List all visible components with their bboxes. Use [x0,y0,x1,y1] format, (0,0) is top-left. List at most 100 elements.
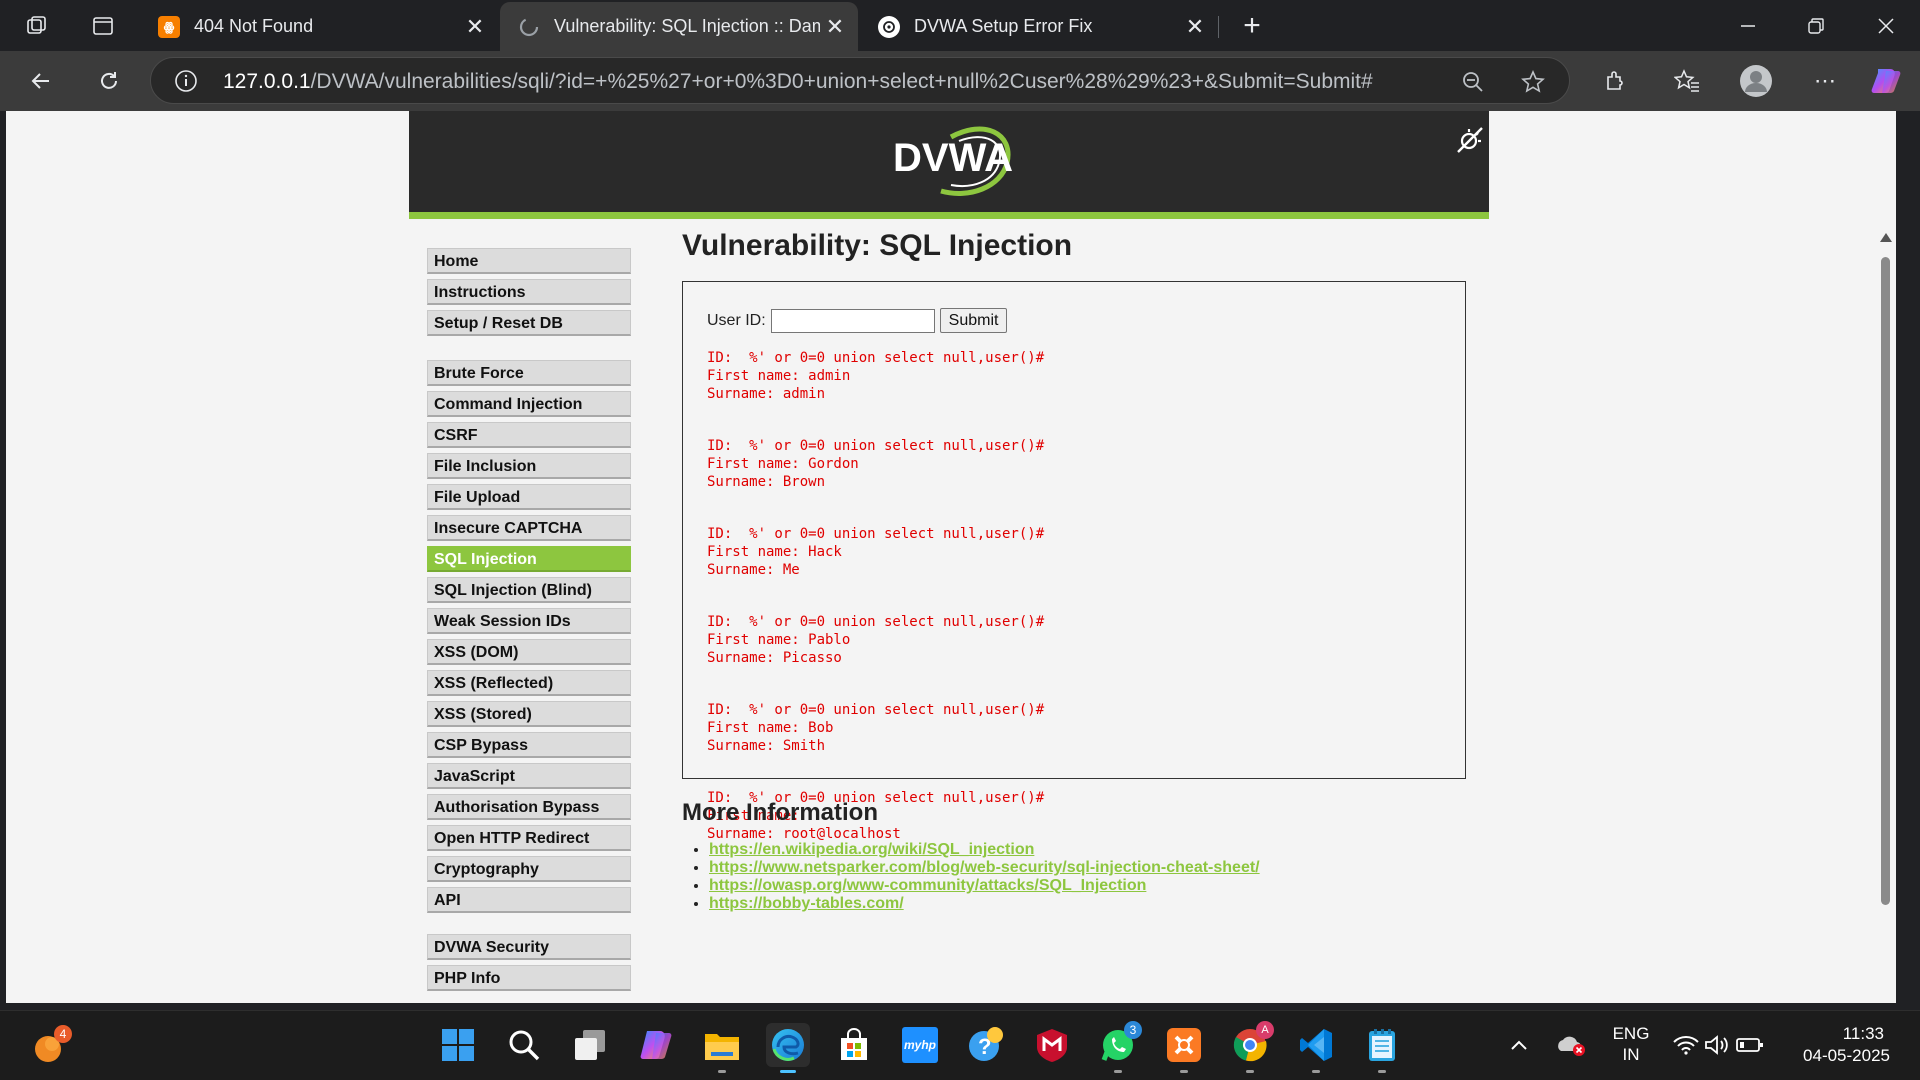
scroll-up-arrow-icon[interactable] [1880,233,1892,242]
menu-item-setup-reset-db[interactable]: Setup / Reset DB [427,310,631,336]
favorites-icon[interactable] [1670,65,1704,97]
active-indicator [780,1070,796,1073]
myhp-icon[interactable]: myhp [898,1023,942,1067]
windows-start-icon[interactable] [436,1023,480,1067]
menu-item-authorisation-bypass[interactable]: Authorisation Bypass [427,794,631,820]
query-results: ID: %' or 0=0 union select null,user()# F… [707,349,1044,877]
whatsapp-badge: 3 [1124,1021,1142,1039]
user-id-input[interactable] [770,308,935,333]
menu-item-sql-injection-blind[interactable]: SQL Injection (Blind) [427,577,631,603]
menu-item-command-injection[interactable]: Command Injection [427,391,631,417]
menu-item-insecure-captcha[interactable]: Insecure CAPTCHA [427,515,631,541]
menu-item-file-upload[interactable]: File Upload [427,484,631,510]
menu-item-csp-bypass[interactable]: CSP Bypass [427,732,631,758]
menu-item-file-inclusion[interactable]: File Inclusion [427,453,631,479]
favorite-star-icon[interactable] [1519,68,1547,96]
task-view-icon[interactable] [568,1023,612,1067]
zoom-out-icon[interactable] [1459,68,1487,96]
wifi-icon [1673,1036,1699,1055]
close-tab-icon[interactable]: ✕ [1180,14,1210,40]
running-indicator [718,1070,726,1073]
back-arrow-icon[interactable] [24,65,58,97]
link-netsparker-cheat-sheet[interactable]: https://www.netsparker.com/blog/web-secu… [709,859,1260,876]
close-window-icon[interactable] [1866,10,1906,42]
notepad-icon[interactable] [1360,1023,1404,1073]
profile-avatar-icon[interactable] [1738,63,1774,99]
search-icon[interactable] [502,1023,546,1067]
menu-item-php-info[interactable]: PHP Info [427,965,631,991]
menu-item-brute-force[interactable]: Brute Force [427,360,631,386]
menu-item-home[interactable]: Home [427,248,631,274]
result-id: ID: %' or 0=0 union select null,user()# [707,350,1045,366]
copilot-icon[interactable] [1868,63,1904,99]
browser-tab-bar: ꙮ 404 Not Found ✕ Vulnerability: SQL Inj… [0,0,1920,51]
tab-sql-injection[interactable]: Vulnerability: SQL Injection :: Dam ✕ [500,2,858,51]
edge-icon[interactable] [766,1023,810,1073]
tab-dvwa-setup-error-fix[interactable]: DVWA Setup Error Fix ✕ [860,2,1218,51]
tab-actions-icon[interactable] [88,12,118,40]
menu-item-instructions[interactable]: Instructions [427,279,631,305]
menu-item-xss-stored[interactable]: XSS (Stored) [427,701,631,727]
mcafee-icon[interactable] [1030,1023,1074,1067]
menu-item-weak-session-ids[interactable]: Weak Session IDs [427,608,631,634]
chevron-up-icon[interactable] [1504,1023,1534,1067]
browser-toolbar: 127.0.0.1/DVWA/vulnerabilities/sqli/?id=… [0,51,1920,111]
openai-icon [878,15,900,38]
submit-button[interactable]: Submit [939,308,1008,333]
menu-item-xss-dom[interactable]: XSS (DOM) [427,639,631,665]
url-text[interactable]: 127.0.0.1/DVWA/vulnerabilities/sqli/?id=… [223,70,1373,94]
link-wikipedia-sql-injection[interactable]: https://en.wikipedia.org/wiki/SQL_inject… [709,841,1034,858]
whatsapp-icon[interactable]: 3 [1096,1021,1142,1073]
myhp-label: myhp [902,1027,938,1063]
result-entry: ID: %' or 0=0 union select null,user()# F… [707,701,1044,755]
link-bobby-tables[interactable]: https://bobby-tables.com/ [709,895,904,912]
language-label: ENG [1612,1024,1650,1043]
input-language-indicator[interactable]: ENG IN [1606,1023,1656,1065]
running-indicator [1378,1070,1386,1073]
close-tab-icon[interactable]: ✕ [460,14,490,40]
clock[interactable]: 11:33 04-05-2025 [1790,1023,1890,1067]
tab-title: Vulnerability: SQL Injection :: Dam [554,16,820,36]
microsoft-store-icon[interactable] [832,1023,876,1067]
refresh-icon[interactable] [92,65,126,97]
menu-item-sql-injection[interactable]: SQL Injection [427,546,631,572]
menu-item-open-http-redirect[interactable]: Open HTTP Redirect [427,825,631,851]
vscode-icon[interactable] [1294,1023,1338,1073]
onedrive-error-icon[interactable] [1554,1023,1588,1067]
menu-item-xss-reflected[interactable]: XSS (Reflected) [427,670,631,696]
menu-group-settings: DVWA Security PHP Info [427,934,631,996]
chrome-icon[interactable]: A [1228,1021,1274,1073]
vertical-scrollbar[interactable] [1878,233,1892,1003]
link-owasp-sql-injection[interactable]: https://owasp.org/www-community/attacks/… [709,877,1146,894]
minimize-icon[interactable] [1728,10,1768,42]
dvwa-logo[interactable]: DVWA [889,119,1019,199]
workspaces-icon[interactable] [22,12,52,40]
extensions-icon[interactable] [1598,65,1632,97]
more-menu-icon[interactable]: ⋯ [1808,65,1842,97]
file-explorer-icon[interactable] [700,1023,744,1073]
xampp-icon[interactable] [1162,1023,1206,1073]
tab-404-not-found[interactable]: ꙮ 404 Not Found ✕ [140,2,498,51]
new-tab-icon[interactable]: + [1234,9,1270,42]
restore-icon[interactable] [1796,10,1836,42]
address-bar[interactable]: 127.0.0.1/DVWA/vulnerabilities/sqli/?id=… [150,57,1570,104]
site-info-icon[interactable] [173,68,199,94]
copilot-icon[interactable] [634,1023,678,1067]
tab-title: 404 Not Found [194,16,314,36]
loading-icon [518,16,540,38]
result-surname: Surname: Me [707,562,800,578]
close-tab-icon[interactable]: ✕ [820,14,850,40]
menu-item-api[interactable]: API [427,887,631,913]
scrollbar-thumb[interactable] [1881,257,1890,905]
theme-toggle-icon[interactable] [1455,125,1485,155]
weather-badge: 4 [54,1025,72,1043]
get-help-icon[interactable]: ? [964,1023,1008,1067]
menu-item-csrf[interactable]: CSRF [427,422,631,448]
quick-settings-icons[interactable] [1668,1023,1768,1067]
menu-item-javascript[interactable]: JavaScript [427,763,631,789]
weather-widget-icon[interactable]: 4 [26,1025,72,1069]
link-item: https://en.wikipedia.org/wiki/SQL_inject… [709,841,1260,859]
dvwa-header: DVWA [409,111,1489,212]
menu-item-cryptography[interactable]: Cryptography [427,856,631,882]
menu-item-dvwa-security[interactable]: DVWA Security [427,934,631,960]
